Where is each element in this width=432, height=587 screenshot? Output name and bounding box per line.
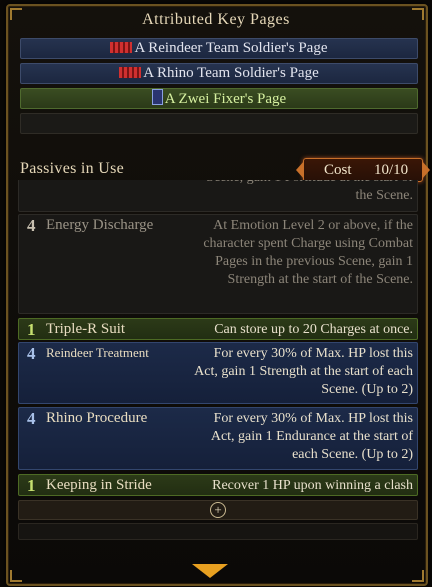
passive-description: For every 30% of Max. HP lost this Act, … (194, 346, 413, 397)
rank-icon (110, 42, 133, 53)
key-page-zwei[interactable]: A Zwei Fixer's Page (20, 88, 418, 109)
frame-corner (10, 570, 22, 582)
empty-passive-slot[interactable] (18, 523, 418, 540)
chevron-down-icon[interactable] (192, 564, 228, 578)
key-page-label: A Reindeer Team Soldier's Page (134, 40, 328, 56)
passive-description: At Emotion Level 2 or above, if the char… (203, 218, 413, 287)
cost-label: Cost (324, 162, 352, 178)
key-page-reindeer[interactable]: A Reindeer Team Soldier's Page (20, 38, 418, 59)
key-page-label: A Rhino Team Soldier's Page (143, 65, 319, 81)
passives-heading: Passives in Use (20, 160, 125, 177)
rank-icon (119, 67, 142, 78)
badge-arrow-right-icon (422, 161, 430, 179)
passive-cost: 1 (27, 476, 36, 495)
passive-name: Triple-R Suit (46, 321, 126, 337)
passive-description: Can store up to 20 Charges at once. (214, 322, 413, 337)
key-page-rhino[interactable]: A Rhino Team Soldier's Page (20, 63, 418, 84)
passive-cost: 1 (27, 320, 36, 339)
plus-circle-icon[interactable]: + (210, 502, 226, 518)
passive-row[interactable]: Scene, gain 1 Fortitude at the start of … (18, 180, 418, 212)
passive-row[interactable]: 4 Reindeer Treatment For every 30% of Ma… (18, 342, 418, 404)
passive-name: Keeping in Stride (46, 477, 152, 493)
badge-arrow-left-icon (296, 161, 304, 179)
passive-row[interactable]: 1 Triple-R Suit Can store up to 20 Charg… (18, 318, 418, 340)
passive-name: Energy Discharge (46, 217, 154, 233)
frame-corner (412, 570, 424, 582)
passive-cost: 4 (27, 409, 36, 428)
passive-cost: 4 (27, 216, 36, 235)
passive-list[interactable]: Scene, gain 1 Fortitude at the start of … (18, 180, 418, 520)
cost-value: 10/10 (374, 162, 409, 178)
passive-row[interactable]: 1 Keeping in Stride Recover 1 HP upon wi… (18, 474, 418, 496)
passive-row[interactable]: 4 Rhino Procedure For every 30% of Max. … (18, 407, 418, 470)
passive-description: Recover 1 HP upon winning a clash (212, 478, 413, 493)
key-page-label: A Zwei Fixer's Page (164, 91, 287, 107)
add-passive-slot[interactable]: + (18, 500, 418, 520)
panel-title: Attributed Key Pages (142, 11, 290, 28)
passive-row[interactable]: 4 Energy Discharge At Emotion Level 2 or… (18, 214, 418, 314)
card-icon (151, 89, 163, 105)
passive-description: For every 30% of Max. HP lost this Act, … (210, 411, 413, 462)
passive-description: Scene, gain 1 Fortitude at the start of … (206, 180, 413, 203)
passive-name: Reindeer Treatment (46, 345, 149, 360)
passive-cost: 4 (27, 344, 36, 363)
passive-name: Rhino Procedure (46, 410, 148, 426)
cost-badge: Cost 10/10 (296, 158, 430, 182)
key-page-empty-slot[interactable] (20, 113, 418, 134)
